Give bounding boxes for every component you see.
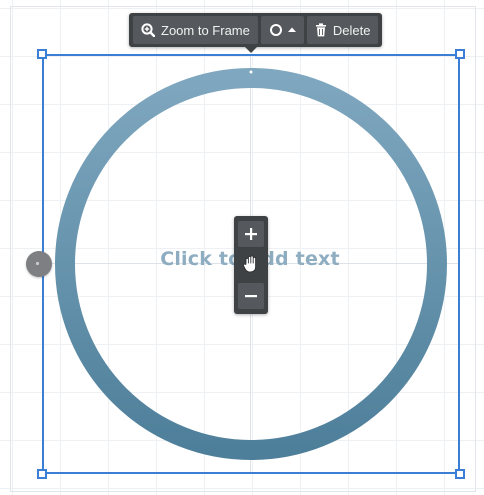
side-handle[interactable] [26, 251, 52, 277]
minus-icon [245, 295, 257, 298]
trash-icon [315, 23, 326, 37]
delete-button[interactable]: Delete [306, 16, 379, 44]
frame-shape-dropdown[interactable] [260, 16, 304, 44]
resize-handle-bottom-right[interactable] [455, 469, 465, 479]
frame-toolbar: Zoom to Frame Delete [129, 13, 383, 53]
zoom-to-frame-label: Zoom to Frame [161, 22, 250, 38]
caret-up-icon [287, 27, 296, 32]
zoom-in-button[interactable] [238, 221, 264, 247]
delete-label: Delete [332, 22, 371, 38]
resize-handle-bottom-left[interactable] [37, 469, 47, 479]
resize-handle-top-left[interactable] [37, 49, 47, 59]
canvas[interactable]: Click to add text Zoom to Frame Delete [0, 0, 484, 495]
plus-icon [245, 228, 257, 240]
circle-icon [269, 24, 282, 36]
zoom-icon [141, 23, 155, 37]
hand-grab-icon[interactable] [242, 254, 260, 274]
zoom-controls [234, 216, 268, 314]
zoom-out-button[interactable] [238, 283, 264, 309]
zoom-to-frame-button[interactable]: Zoom to Frame [133, 16, 258, 44]
resize-handle-top-right[interactable] [455, 49, 465, 59]
